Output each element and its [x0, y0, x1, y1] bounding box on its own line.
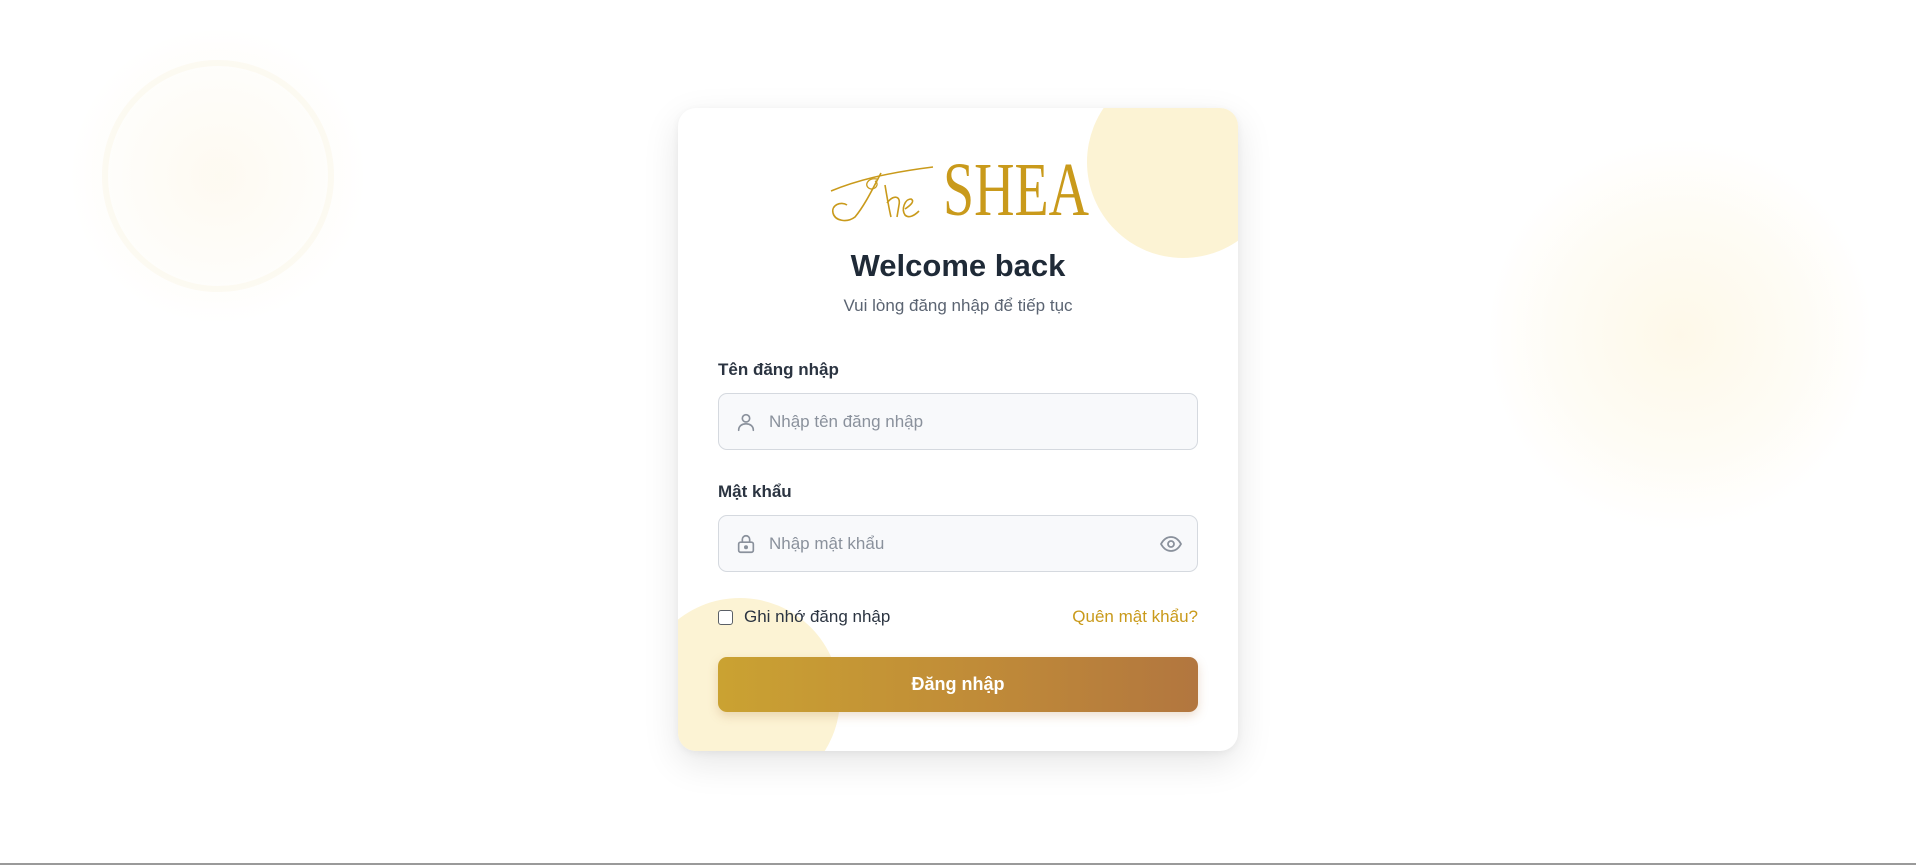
remember-me[interactable]: Ghi nhớ đăng nhập	[718, 604, 890, 630]
password-label: Mật khẩu	[718, 482, 792, 501]
eye-icon[interactable]	[1159, 532, 1183, 556]
brand-logo: SHEA	[825, 143, 1095, 225]
login-page: SHEA Welcome back Vui lòng đăng nhập để …	[0, 0, 1916, 865]
username-label: Tên đăng nhập	[718, 360, 839, 379]
login-button[interactable]: Đăng nhập	[718, 657, 1198, 712]
brand-logo-graphic: SHEA	[830, 148, 1089, 225]
background-decoration-right	[1490, 140, 1870, 530]
page-title: Welcome back	[850, 248, 1066, 283]
brand-logo-word: SHEA	[943, 148, 1089, 225]
card-decoration-circle-top	[1087, 108, 1238, 258]
login-card: SHEA Welcome back Vui lòng đăng nhập để …	[678, 108, 1238, 751]
forgot-password-link[interactable]: Quên mật khẩu?	[1072, 607, 1198, 627]
remember-label: Ghi nhớ đăng nhập	[744, 607, 891, 626]
background-decoration-left	[72, 30, 364, 322]
lock-icon	[735, 533, 757, 555]
username-field	[718, 393, 1198, 450]
remember-checkbox[interactable]	[718, 609, 733, 625]
password-field	[718, 515, 1198, 572]
page-subtitle: Vui lòng đăng nhập để tiếp tục	[843, 296, 1073, 315]
username-input[interactable]	[769, 394, 1149, 449]
user-icon	[735, 411, 757, 433]
password-input[interactable]	[769, 516, 1149, 571]
